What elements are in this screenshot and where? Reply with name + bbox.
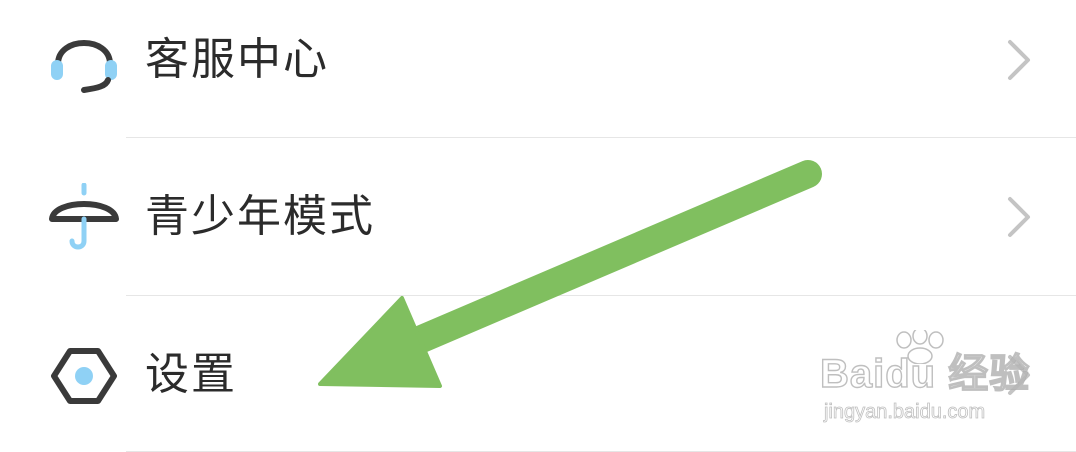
menu-item-youth-mode[interactable]: 青少年模式 [0, 157, 1076, 277]
menu-screen: 客服中心 青少年模式 设置 Baidu 经验 jingyan.baidu.com [0, 0, 1076, 452]
menu-item-label: 设置 [145, 349, 237, 400]
headset-icon [51, 40, 117, 93]
menu-item-label: 客服中心 [145, 34, 329, 85]
divider [126, 295, 1076, 296]
divider [126, 137, 1076, 138]
umbrella-icon [49, 183, 119, 250]
settings-hexagon-icon [51, 348, 117, 404]
menu-item-label: 青少年模式 [145, 191, 375, 242]
chevron-right-icon [1008, 355, 1030, 395]
menu-item-customer-service[interactable]: 客服中心 [0, 0, 1076, 120]
chevron-right-icon [1008, 197, 1030, 237]
chevron-right-icon [1008, 40, 1030, 80]
menu-item-settings[interactable]: 设置 [0, 315, 1076, 435]
